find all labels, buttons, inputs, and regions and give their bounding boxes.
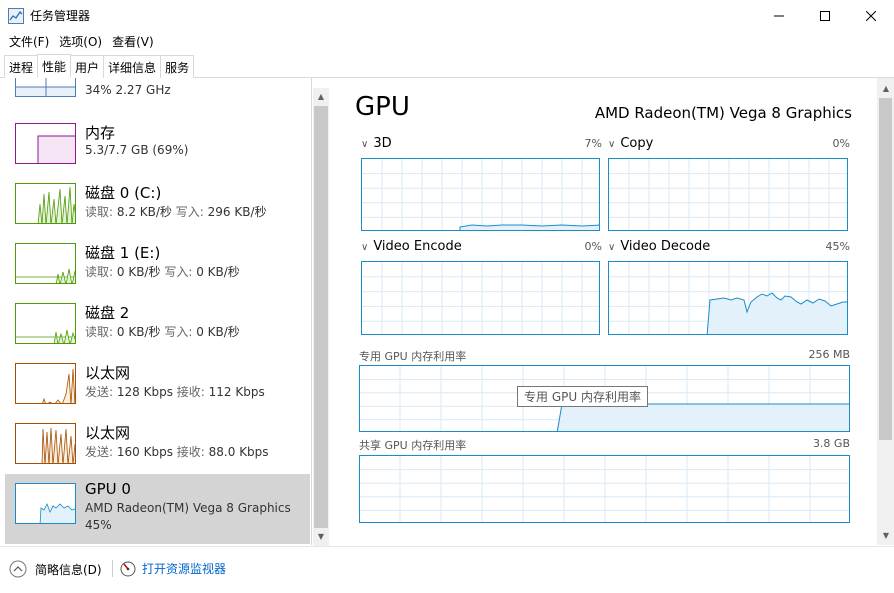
open-resource-monitor-link[interactable]: 打开资源监视器 <box>120 560 226 577</box>
cpu-thumbnail <box>15 78 76 97</box>
tab-details[interactable]: 详细信息 <box>103 55 162 78</box>
chevron-down-icon: ∨ <box>361 139 369 150</box>
disk2-thumbnail <box>15 303 76 344</box>
minimize-button[interactable] <box>756 0 802 31</box>
menu-file[interactable]: 文件(F) <box>4 33 54 50</box>
fewer-details-button[interactable]: 简略信息(D) <box>9 560 102 578</box>
dedicated-memory-label: 专用 GPU 内存利用率 <box>359 350 467 363</box>
scroll-up-icon[interactable]: ▲ <box>878 80 894 96</box>
tab-strip: 进程 性能 用户 详细信息 服务 <box>0 54 894 78</box>
ethernet1-thumbnail <box>15 363 76 404</box>
maximize-button[interactable] <box>802 0 848 31</box>
engine-video-encode-selector[interactable]: ∨ Video Encode <box>361 239 462 254</box>
resource-item-gpu0[interactable]: GPU 0 AMD Radeon(TM) Vega 8 Graphics 45% <box>5 474 310 544</box>
ethernet2-detail: 发送: 160 Kbps 接收: 88.0 Kbps <box>85 445 269 459</box>
maximize-icon <box>820 10 830 21</box>
engine-video-decode-selector[interactable]: ∨ Video Decode <box>608 239 710 254</box>
ethernet2-name: 以太网 <box>85 424 131 442</box>
scrollbar-thumb[interactable] <box>314 106 328 528</box>
ethernet1-name: 以太网 <box>85 364 131 382</box>
engine-copy-selector[interactable]: ∨ Copy <box>608 136 653 151</box>
gpu0-detail: AMD Radeon(TM) Vega 8 Graphics <box>85 501 291 515</box>
window-title: 任务管理器 <box>30 9 91 23</box>
tab-performance[interactable]: 性能 <box>37 54 72 78</box>
engine-video-encode-graph <box>361 261 600 335</box>
chevron-down-icon: ∨ <box>361 242 369 253</box>
close-icon <box>866 10 876 21</box>
resource-item-memory[interactable]: 内存 5.3/7.7 GB (69%) <box>5 118 310 178</box>
engine-3d-graph <box>361 158 600 231</box>
close-button[interactable] <box>848 0 894 31</box>
chevron-up-circle-icon <box>9 560 27 578</box>
tab-services[interactable]: 服务 <box>160 55 195 78</box>
engine-video-decode-graph <box>608 261 848 335</box>
cpu-detail: 34% 2.27 GHz <box>85 83 171 97</box>
scroll-down-icon[interactable]: ▼ <box>313 528 329 544</box>
engine-3d-selector[interactable]: ∨ 3D <box>361 136 392 151</box>
scrollbar-thumb[interactable] <box>879 98 892 440</box>
memory-name: 内存 <box>85 124 116 142</box>
detail-panel-scrollbar[interactable]: ▲ ▼ <box>877 78 894 545</box>
disk0-detail: 读取: 8.2 KB/秒 写入: 296 KB/秒 <box>85 205 267 219</box>
memory-thumbnail <box>15 123 76 164</box>
scroll-up-icon[interactable]: ▲ <box>313 88 329 104</box>
shared-memory-label: 共享 GPU 内存利用率 <box>359 439 467 452</box>
resource-item-disk2[interactable]: 磁盘 2 读取: 0 KB/秒 写入: 0 KB/秒 <box>5 298 310 358</box>
disk2-detail: 读取: 0 KB/秒 写入: 0 KB/秒 <box>85 325 240 339</box>
gpu-model-name: AMD Radeon(TM) Vega 8 Graphics <box>594 104 852 122</box>
scroll-down-icon[interactable]: ▼ <box>878 527 894 543</box>
engine-video-decode-percent: 45% <box>825 240 850 253</box>
minimize-icon <box>774 15 784 16</box>
menu-bar: 文件(F) 选项(O) 查看(V) <box>0 31 159 51</box>
footer-divider <box>112 560 113 577</box>
disk1-detail: 读取: 0 KB/秒 写入: 0 KB/秒 <box>85 265 240 279</box>
resource-list-scrollbar[interactable]: ▲ ▼ <box>313 88 329 546</box>
gpu0-thumbnail <box>15 483 76 524</box>
gpu0-name: GPU 0 <box>85 480 131 498</box>
resource-monitor-icon <box>120 561 136 576</box>
footer-bar: 简略信息(D) 打开资源监视器 <box>0 546 894 593</box>
menu-view[interactable]: 查看(V) <box>107 33 159 50</box>
disk1-thumbnail <box>15 243 76 284</box>
shared-memory-graph <box>359 455 850 523</box>
engine-copy-graph <box>608 158 848 231</box>
disk1-name: 磁盘 1 (E:) <box>85 244 161 262</box>
gpu0-percent: 45% <box>85 518 112 532</box>
gpu-detail-panel: GPU AMD Radeon(TM) Vega 8 Graphics ∨ 3D 7… <box>330 78 876 545</box>
chevron-down-icon: ∨ <box>608 242 616 253</box>
memory-detail: 5.3/7.7 GB (69%) <box>85 143 189 157</box>
disk0-thumbnail <box>15 183 76 224</box>
task-manager-icon <box>8 7 24 24</box>
disk0-name: 磁盘 0 (C:) <box>85 184 162 202</box>
title-bar: 任务管理器 <box>0 0 894 31</box>
disk2-name: 磁盘 2 <box>85 304 130 322</box>
resource-list: 34% 2.27 GHz 内存 5.3/7.7 GB (69%) 磁盘 0 (C… <box>0 78 312 545</box>
tab-processes[interactable]: 进程 <box>4 55 39 78</box>
resource-item-disk1[interactable]: 磁盘 1 (E:) 读取: 0 KB/秒 写入: 0 KB/秒 <box>5 238 310 298</box>
shared-memory-max: 3.8 GB <box>812 437 850 450</box>
engine-copy-percent: 0% <box>832 137 850 150</box>
resource-item-ethernet2[interactable]: 以太网 发送: 160 Kbps 接收: 88.0 Kbps <box>5 418 310 478</box>
ethernet1-detail: 发送: 128 Kbps 接收: 112 Kbps <box>85 385 265 399</box>
tab-users[interactable]: 用户 <box>70 55 105 78</box>
resource-item-cpu[interactable]: 34% 2.27 GHz <box>5 78 310 102</box>
graph-tooltip: 专用 GPU 内存利用率 <box>517 386 648 407</box>
engine-3d-percent: 7% <box>584 137 602 150</box>
page-title: GPU <box>355 92 410 122</box>
resource-item-ethernet1[interactable]: 以太网 发送: 128 Kbps 接收: 112 Kbps <box>5 358 310 418</box>
ethernet2-thumbnail <box>15 423 76 464</box>
chevron-down-icon: ∨ <box>608 139 616 150</box>
engine-video-encode-percent: 0% <box>584 240 602 253</box>
resource-item-disk0[interactable]: 磁盘 0 (C:) 读取: 8.2 KB/秒 写入: 296 KB/秒 <box>5 178 310 238</box>
menu-options[interactable]: 选项(O) <box>54 33 107 50</box>
dedicated-memory-max: 256 MB <box>808 348 850 361</box>
